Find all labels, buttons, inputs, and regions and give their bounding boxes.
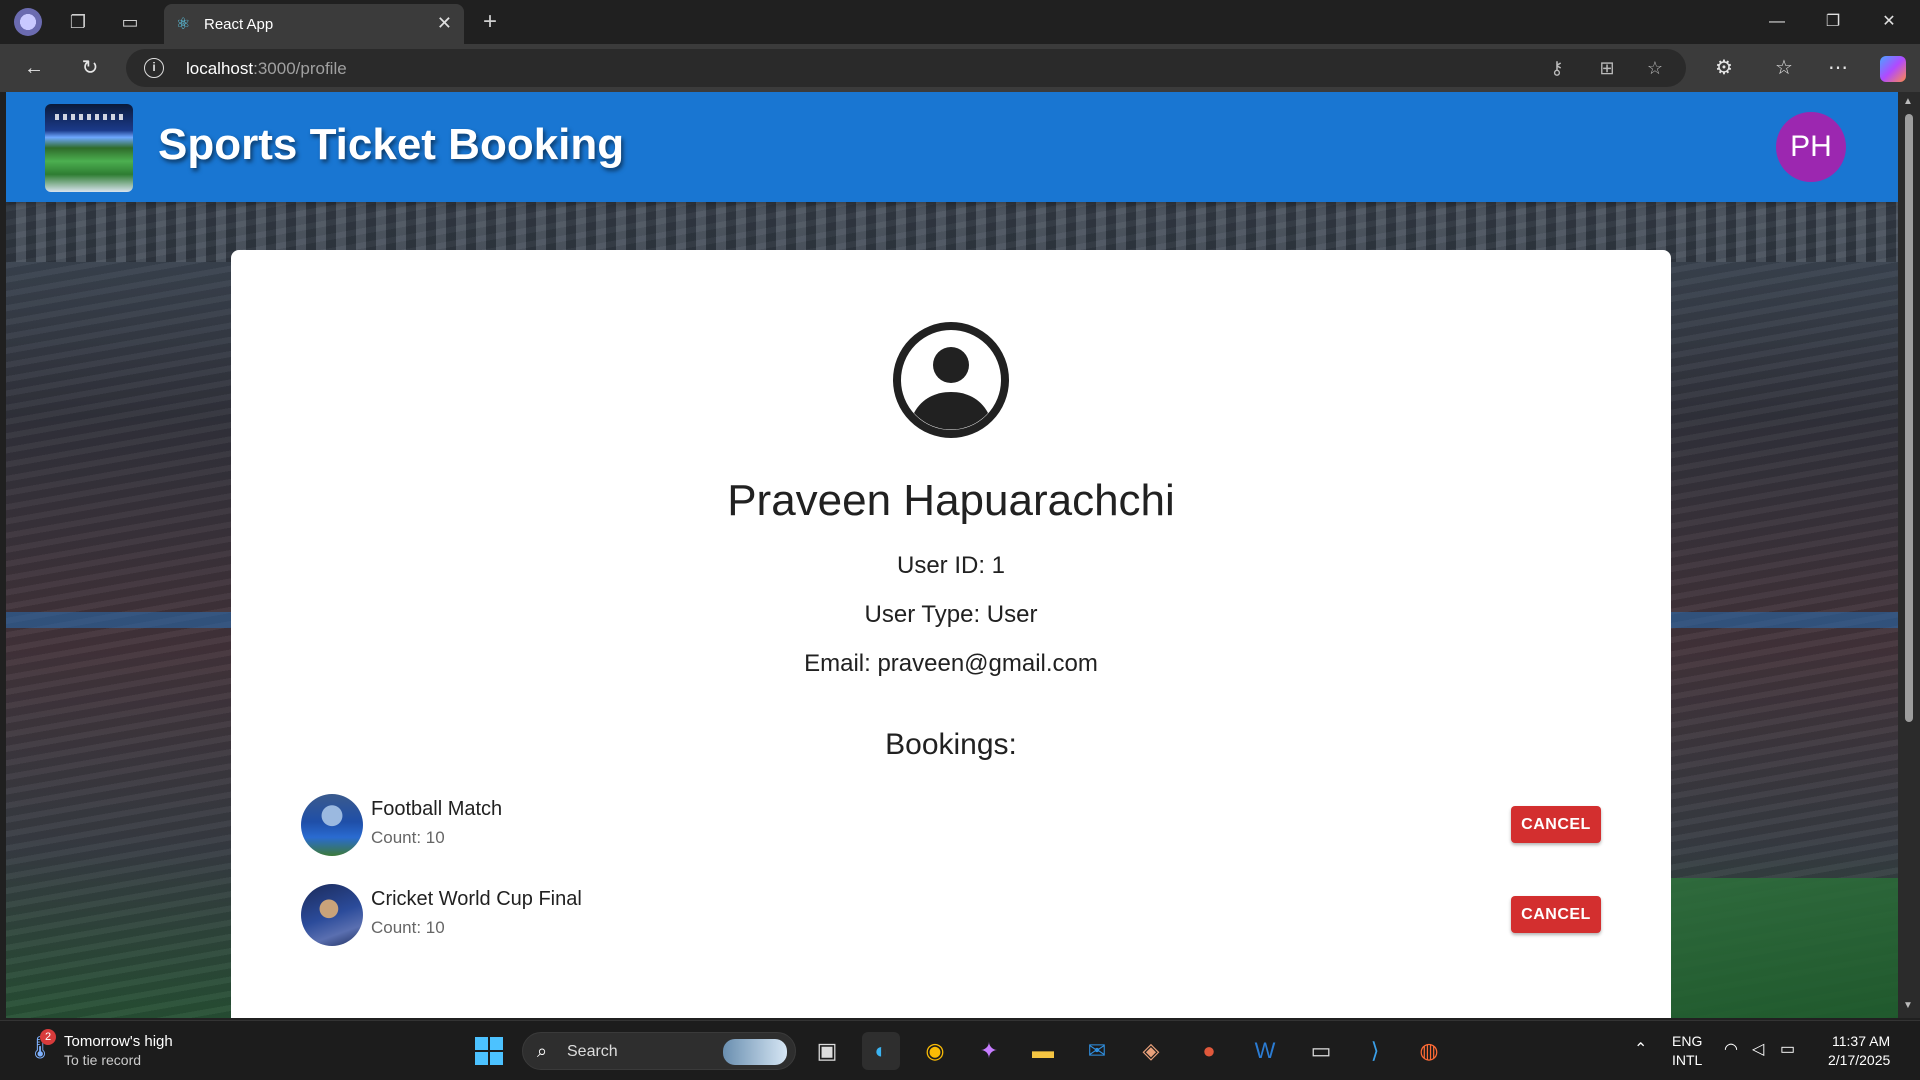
language-bottom[interactable]: INTL: [1672, 1052, 1702, 1068]
postman-icon[interactable]: ◍: [1410, 1032, 1448, 1070]
address-bar[interactable]: i localhost:3000/profile ⚷ ⊞ ☆: [126, 49, 1686, 87]
extensions-icon[interactable]: ⚙: [1712, 56, 1736, 80]
language-top[interactable]: ENG: [1672, 1033, 1702, 1049]
react-icon: ⚛: [176, 16, 191, 33]
apps-icon[interactable]: ⊞: [1596, 58, 1618, 79]
vscode-icon[interactable]: ⟩: [1356, 1032, 1394, 1070]
search-highlight-image: [723, 1039, 787, 1065]
wifi-icon[interactable]: ◠: [1724, 1039, 1738, 1059]
booking-thumbnail: [301, 794, 363, 856]
new-tab-icon[interactable]: +: [478, 10, 502, 34]
taskbar-search[interactable]: ⌕ Search: [522, 1032, 796, 1070]
page-scrollbar[interactable]: ▲ ▼: [1898, 92, 1920, 1018]
booking-count: Count: 10: [371, 828, 445, 847]
file-explorer-icon[interactable]: ▬: [1024, 1032, 1062, 1070]
notification-badge: 2: [40, 1029, 56, 1045]
scroll-down-icon[interactable]: ▼: [1903, 1000, 1913, 1011]
tab-actions-icon[interactable]: ▭: [118, 10, 142, 34]
refresh-icon[interactable]: ↻: [78, 56, 102, 80]
app-header: Sports Ticket Booking PH: [6, 92, 1898, 202]
scrollbar-thumb[interactable]: [1905, 114, 1913, 722]
weather-title: Tomorrow's high: [64, 1033, 173, 1050]
browser-titlebar: ❐ ▭ ⚛ React App ✕ + — ❐ ✕: [0, 0, 1920, 44]
password-key-icon[interactable]: ⚷: [1546, 58, 1568, 79]
word-icon[interactable]: W: [1246, 1032, 1284, 1070]
clock-date[interactable]: 2/17/2025: [1828, 1052, 1890, 1068]
browser-toolbar: ← ↻ i localhost:3000/profile ⚷ ⊞ ☆ ⚙ ☆ ⋯: [0, 44, 1920, 92]
edge-icon[interactable]: ◐: [862, 1032, 900, 1070]
copilot-app-icon[interactable]: ✦: [970, 1032, 1008, 1070]
bookings-heading: Bookings:: [885, 728, 1017, 761]
battery-icon[interactable]: ▭: [1780, 1039, 1795, 1059]
account-circle-icon: [892, 321, 1010, 439]
booking-item: Football Match Count: 10 CANCEL: [301, 794, 1601, 858]
start-menu-icon[interactable]: [470, 1032, 508, 1070]
user-avatar[interactable]: PH: [1776, 112, 1846, 182]
favorites-icon[interactable]: ☆: [1772, 56, 1796, 80]
restore-icon[interactable]: ❐: [1810, 8, 1856, 36]
task-view-icon[interactable]: ▣: [808, 1032, 846, 1070]
clock-time[interactable]: 11:37 AM: [1832, 1033, 1890, 1049]
close-window-icon[interactable]: ✕: [1866, 8, 1912, 36]
tab-title: React App: [204, 16, 274, 33]
booking-thumbnail: [301, 884, 363, 946]
page-viewport: Sports Ticket Booking PH Praveen Hapuara…: [6, 92, 1898, 1018]
chrome-icon[interactable]: ◉: [916, 1032, 954, 1070]
cancel-booking-button[interactable]: CANCEL: [1511, 806, 1601, 843]
volume-icon[interactable]: ◁: [1752, 1039, 1764, 1059]
user-email: Email: praveen@gmail.com: [804, 650, 1098, 677]
site-info-icon[interactable]: i: [144, 58, 164, 78]
user-id: User ID: 1: [896, 552, 1006, 579]
terminal-icon[interactable]: ▭: [1302, 1032, 1340, 1070]
cancel-booking-button[interactable]: CANCEL: [1511, 896, 1601, 933]
windows-taskbar: 🌡 2 Tomorrow's high To tie record ⌕ Sear…: [0, 1020, 1920, 1080]
workspaces-icon[interactable]: ❐: [66, 10, 90, 34]
booking-name: Football Match: [371, 798, 503, 820]
profile-card: Praveen Hapuarachchi User ID: 1 User Typ…: [231, 250, 1671, 1018]
show-hidden-icons-icon[interactable]: ⌃: [1634, 1039, 1647, 1059]
favorite-star-icon[interactable]: ☆: [1644, 58, 1666, 79]
weather-subtitle: To tie record: [64, 1052, 142, 1068]
stadium-logo: [45, 104, 133, 192]
tab-react-app[interactable]: ⚛ React App ✕: [164, 4, 464, 44]
search-icon: ⌕: [537, 1041, 548, 1061]
profile-avatar-icon[interactable]: [14, 8, 42, 36]
copilot-icon[interactable]: [1880, 56, 1906, 82]
outlook-icon[interactable]: ✉: [1078, 1032, 1116, 1070]
booking-count: Count: 10: [371, 918, 445, 937]
minimize-icon[interactable]: —: [1754, 8, 1800, 36]
back-icon[interactable]: ←: [22, 56, 46, 80]
search-label: Search: [567, 1043, 618, 1060]
booking-name: Cricket World Cup Final: [371, 888, 582, 910]
close-tab-icon[interactable]: ✕: [437, 13, 452, 34]
weather-widget[interactable]: 🌡 2 Tomorrow's high To tie record: [26, 1029, 226, 1071]
powerpoint-icon[interactable]: ●: [1190, 1032, 1228, 1070]
scroll-up-icon[interactable]: ▲: [1903, 96, 1913, 107]
booking-item: Cricket World Cup Final Count: 10 CANCEL: [301, 884, 1601, 948]
user-type: User Type: User: [864, 601, 1038, 628]
more-icon[interactable]: ⋯: [1826, 56, 1850, 80]
url-text: localhost:3000/profile: [186, 59, 347, 78]
app-title: Sports Ticket Booking: [158, 120, 625, 169]
office-icon[interactable]: ◈: [1132, 1032, 1170, 1070]
profile-name: Praveen Hapuarachchi: [727, 476, 1175, 525]
